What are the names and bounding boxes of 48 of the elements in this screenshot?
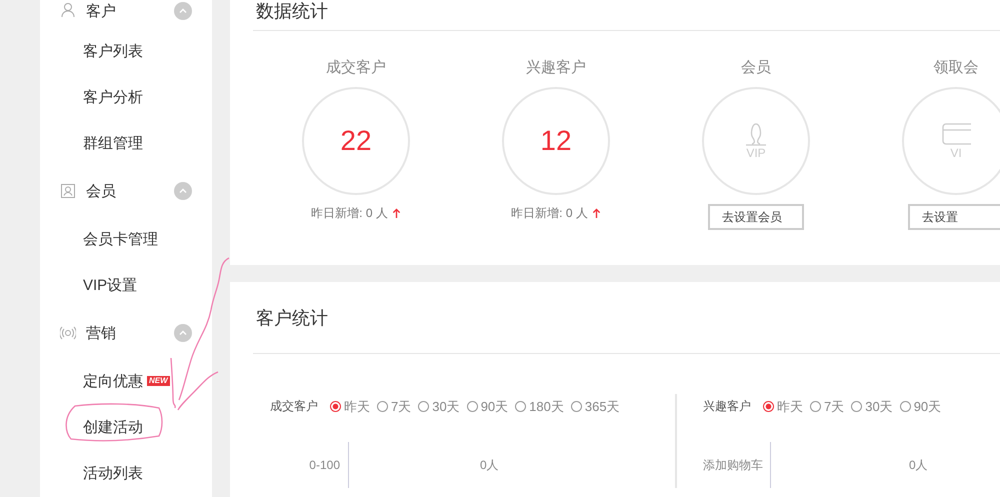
setup-button[interactable]: 去设置: [908, 204, 1000, 230]
sidebar-item[interactable]: 活动列表: [83, 464, 143, 482]
filter-label: 兴趣客户: [703, 398, 751, 415]
radio-option[interactable]: 昨天: [330, 398, 370, 416]
radio-option[interactable]: 180天: [515, 398, 564, 416]
collapse-toggle[interactable]: [174, 182, 192, 200]
row-value: 0人: [770, 442, 928, 488]
sidebar-group-title: 客户: [86, 2, 117, 21]
sidebar-item[interactable]: 客户分析: [83, 88, 143, 106]
section-title: 客户统计: [255, 307, 329, 330]
row-label: 添加购物车: [703, 456, 763, 474]
radio-option[interactable]: 90天: [900, 398, 942, 416]
sidebar-item[interactable]: 客户列表: [83, 42, 143, 60]
radio-option[interactable]: 昨天: [763, 398, 803, 416]
sidebar-group-title: 会员: [86, 182, 117, 200]
up-arrow-icon: [592, 208, 601, 219]
sidebar-item[interactable]: VIP设置: [83, 276, 138, 294]
setup-button[interactable]: 去设置会员: [708, 204, 804, 230]
radio-option[interactable]: 7天: [810, 398, 844, 416]
new-badge: NEW: [147, 376, 170, 386]
person-icon: [60, 2, 76, 18]
radio-option[interactable]: 90天: [466, 398, 508, 416]
stat-note: 昨日新增: 0 人: [511, 205, 588, 222]
collapse-toggle[interactable]: [174, 324, 192, 342]
stat-label: 领取会: [934, 58, 978, 78]
stat-circle: 12: [502, 87, 610, 195]
row-label: 0-100: [308, 458, 340, 472]
radio-option[interactable]: 30天: [851, 398, 893, 416]
stat-note: 昨日新增: 0 人: [311, 205, 388, 222]
radio-option[interactable]: 365天: [570, 398, 620, 416]
filter-label: 成交客户: [270, 398, 318, 415]
up-arrow-icon: [392, 208, 401, 219]
member-card-icon: [60, 183, 76, 199]
broadcast-icon: [60, 325, 76, 341]
sidebar-group-title: 营销: [86, 324, 117, 342]
card-icon: [941, 122, 971, 146]
section-title: 数据统计: [255, 0, 329, 23]
stat-circle: 22: [302, 87, 410, 195]
row-value: 0人: [348, 442, 499, 488]
sidebar-item[interactable]: 会员卡管理: [83, 230, 158, 248]
stat-label: 会员: [741, 58, 771, 78]
sidebar-item[interactable]: 群组管理: [83, 134, 143, 152]
sidebar-item[interactable]: 定向优惠: [83, 372, 143, 390]
collapse-toggle[interactable]: [174, 2, 192, 20]
radio-option[interactable]: 7天: [377, 398, 412, 416]
radio-option[interactable]: 30天: [418, 398, 460, 416]
stat-label: 成交客户: [326, 58, 386, 78]
stat-label: 兴趣客户: [526, 58, 586, 78]
